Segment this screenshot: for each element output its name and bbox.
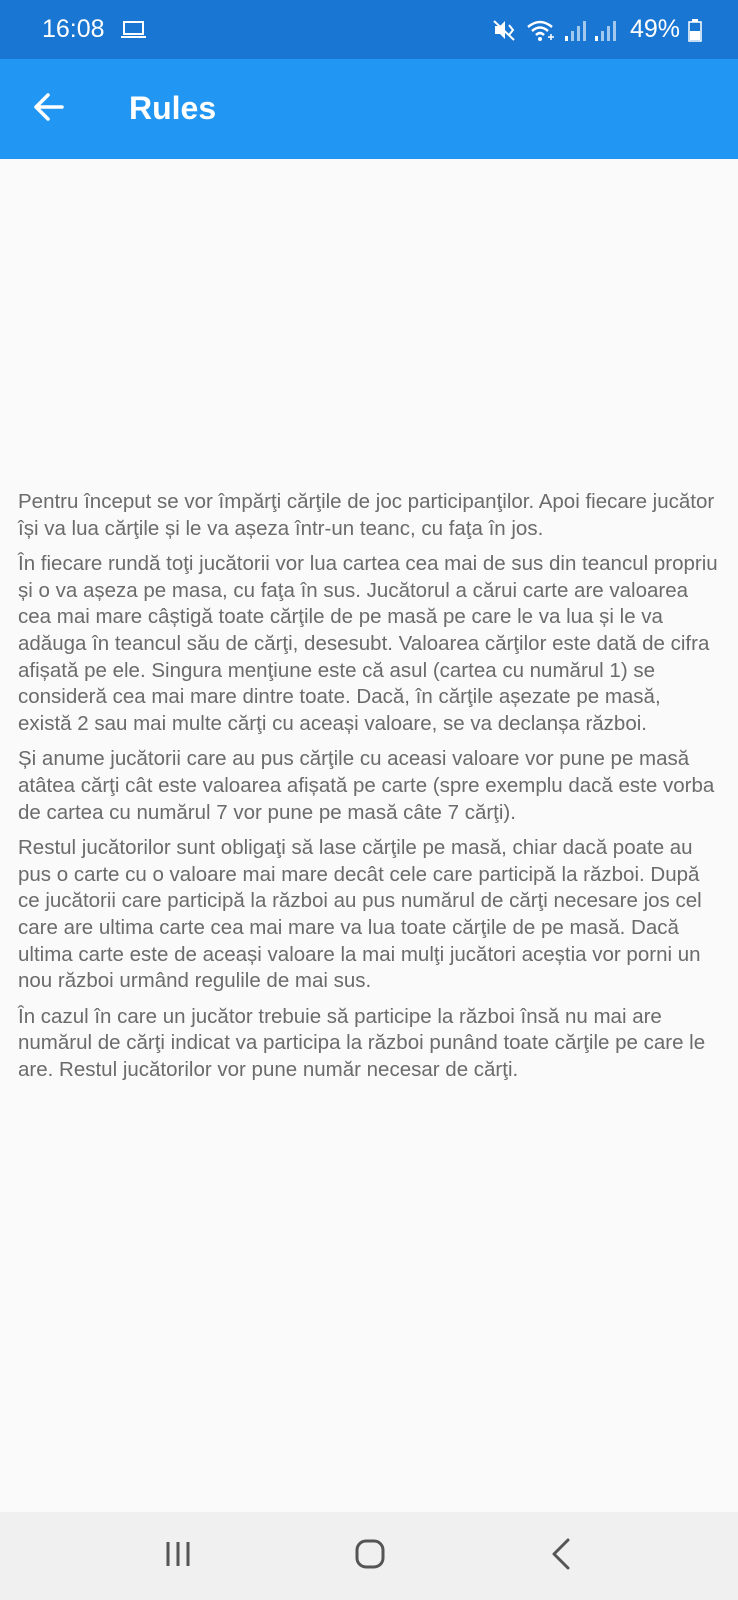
rules-paragraph: În cazul în care un jucător trebuie să p… bbox=[18, 1004, 706, 1081]
page-title: Rules bbox=[129, 90, 217, 126]
status-time: 16:08 bbox=[42, 15, 105, 43]
status-icons: 49% bbox=[492, 15, 702, 44]
battery-percent: 49% bbox=[629, 15, 680, 43]
status-bar: 16:08 49% bbox=[0, 0, 738, 59]
recent-apps-icon[interactable] bbox=[163, 1539, 193, 1569]
signal-icon-2 bbox=[594, 20, 616, 41]
wifi-icon bbox=[527, 20, 554, 41]
home-icon[interactable] bbox=[354, 1538, 386, 1570]
laptop-icon bbox=[121, 21, 146, 38]
rules-paragraph: Restul jucătorilor sunt obligaţi să lase… bbox=[18, 836, 702, 993]
nav-back-icon[interactable] bbox=[550, 1537, 572, 1571]
rules-content: Pentru început se vor împărţi cărţile de… bbox=[18, 489, 718, 1092]
app-bar: Rules bbox=[0, 59, 738, 159]
navigation-bar bbox=[0, 1512, 738, 1600]
arrow-back-icon[interactable] bbox=[32, 90, 66, 124]
rules-paragraph: În fiecare rundă toţi jucătorii vor lua … bbox=[18, 552, 718, 735]
rules-paragraph: Și anume jucătorii care au pus cărţile c… bbox=[18, 747, 715, 824]
mute-vibrate-icon bbox=[493, 19, 515, 41]
rules-paragraph: Pentru început se vor împărţi cărţile de… bbox=[18, 490, 715, 540]
battery-icon bbox=[688, 18, 702, 42]
signal-icon bbox=[564, 20, 586, 41]
